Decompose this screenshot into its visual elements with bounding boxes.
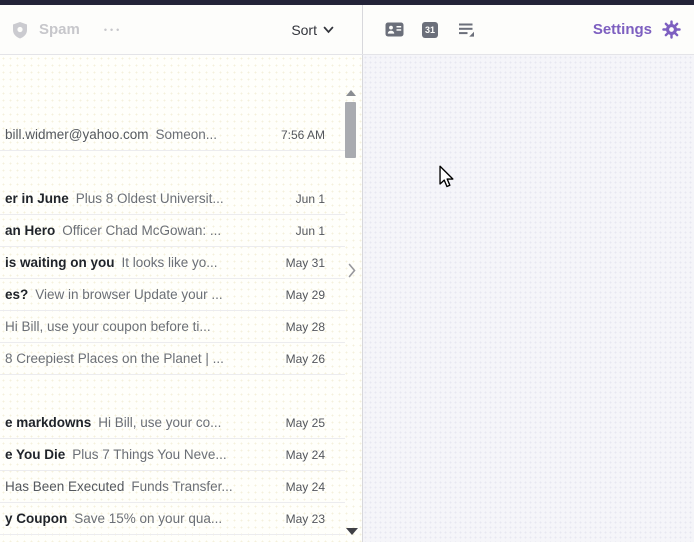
scroll-down-arrow-icon[interactable]	[346, 528, 358, 535]
toolbar: Spam ••• Sort 31 Settings	[0, 5, 694, 55]
email-subject: es?	[5, 287, 29, 302]
notepad-icon[interactable]	[455, 19, 477, 41]
email-group: er in June Plus 8 Oldest Universit... Ju…	[0, 183, 345, 375]
email-row-text: es? View in browser Update your ...	[5, 287, 274, 302]
list-scrollbar[interactable]	[345, 55, 358, 542]
email-date: May 28	[285, 319, 325, 334]
email-subject: bill.widmer@yahoo.com	[5, 127, 149, 142]
email-row[interactable]: e markdowns Hi Bill, use your co... May …	[0, 407, 345, 439]
email-row[interactable]: is waiting on you It looks like yo... Ma…	[0, 247, 345, 279]
mouse-cursor	[437, 165, 456, 194]
email-row[interactable]: er in June Plus 8 Oldest Universit... Ju…	[0, 183, 345, 215]
email-date: May 23	[285, 511, 325, 526]
email-row-text: 8 Creepiest Places on the Planet | ...	[5, 351, 274, 366]
email-subject: er in June	[5, 191, 69, 206]
email-date: May 26	[285, 351, 325, 366]
email-date: 7:56 AM	[280, 127, 325, 142]
email-snippet: View in browser Update your ...	[35, 287, 223, 302]
gear-icon	[660, 19, 682, 41]
email-subject: an Hero	[5, 223, 56, 238]
email-date: May 31	[285, 255, 325, 270]
reading-pane	[363, 55, 694, 542]
email-row[interactable]: bill.widmer@yahoo.com Someon... 7:56 AM	[0, 119, 345, 151]
settings-label: Settings	[592, 21, 652, 38]
email-row[interactable]: es? View in browser Update your ... May …	[0, 279, 345, 311]
email-row-text: e markdowns Hi Bill, use your co...	[5, 415, 274, 430]
email-group: e markdowns Hi Bill, use your co... May …	[0, 407, 345, 535]
email-row-text: Has Been Executed Funds Transfer...	[5, 479, 274, 494]
email-row-text: e You Die Plus 7 Things You Neve...	[5, 447, 274, 462]
email-subject: e You Die	[5, 447, 66, 462]
sort-label: Sort	[291, 21, 317, 38]
email-date: Jun 1	[295, 191, 325, 206]
email-list-panel: bill.widmer@yahoo.com Someon... 7:56 AM …	[0, 55, 363, 542]
list-toolbar: Spam ••• Sort	[0, 5, 363, 54]
email-snippet: 8 Creepiest Places on the Planet | ...	[5, 351, 224, 366]
email-snippet: Hi Bill, use your coupon before ti...	[5, 319, 211, 334]
email-subject: is waiting on you	[5, 255, 115, 270]
settings-button[interactable]: Settings	[593, 5, 682, 54]
email-date: May 24	[285, 479, 325, 494]
email-row[interactable]: Hi Bill, use your coupon before ti... Ma…	[0, 311, 345, 343]
email-snippet: Funds Transfer...	[131, 479, 233, 494]
email-subject: y Coupon	[5, 511, 68, 526]
contacts-icon[interactable]	[383, 19, 405, 41]
email-row[interactable]: Has Been Executed Funds Transfer... May …	[0, 471, 345, 503]
email-subject: Has Been Executed	[5, 479, 125, 494]
email-snippet: Plus 7 Things You Neve...	[72, 447, 227, 462]
email-row[interactable]: 8 Creepiest Places on the Planet | ... M…	[0, 343, 345, 375]
panel-expand-chevron-icon[interactable]	[346, 261, 358, 279]
email-date: Jun 1	[295, 223, 325, 238]
email-snippet: Officer Chad McGowan: ...	[62, 223, 222, 238]
email-row-text: bill.widmer@yahoo.com Someon...	[5, 127, 269, 142]
scroll-up-arrow-icon[interactable]	[346, 90, 356, 96]
email-row[interactable]: an Hero Officer Chad McGowan: ... Jun 1	[0, 215, 345, 247]
scrollbar-thumb[interactable]	[345, 102, 356, 158]
more-ellipsis-icon[interactable]: •••	[104, 25, 122, 35]
email-subject: e markdowns	[5, 415, 92, 430]
email-date: May 29	[285, 287, 325, 302]
email-row-text: an Hero Officer Chad McGowan: ...	[5, 223, 284, 238]
email-snippet: It looks like yo...	[121, 255, 218, 270]
email-list: bill.widmer@yahoo.com Someon... 7:56 AM …	[0, 55, 345, 535]
email-snippet: Hi Bill, use your co...	[98, 415, 222, 430]
email-row-text: er in June Plus 8 Oldest Universit...	[5, 191, 284, 206]
email-row[interactable]: y Coupon Save 15% on your qua... May 23	[0, 503, 345, 535]
right-toolbar: 31 Settings	[363, 5, 694, 54]
spam-shield-icon	[9, 19, 31, 41]
calendar-day-label: 31	[422, 21, 438, 38]
email-date: May 25	[285, 415, 325, 430]
sort-button[interactable]: Sort	[291, 5, 334, 54]
folder-header: Spam •••	[9, 19, 122, 41]
chevron-down-icon	[323, 25, 334, 35]
email-row[interactable]: e You Die Plus 7 Things You Neve... May …	[0, 439, 345, 471]
email-group: bill.widmer@yahoo.com Someon... 7:56 AM	[0, 119, 345, 151]
email-snippet: Someon...	[155, 127, 218, 142]
folder-title: Spam	[39, 21, 80, 38]
calendar-icon[interactable]: 31	[419, 19, 441, 41]
email-date: May 24	[285, 447, 325, 462]
email-snippet: Plus 8 Oldest Universit...	[75, 191, 224, 206]
email-snippet: Save 15% on your qua...	[74, 511, 223, 526]
email-row-text: y Coupon Save 15% on your qua...	[5, 511, 274, 526]
email-row-text: is waiting on you It looks like yo...	[5, 255, 274, 270]
email-row-text: Hi Bill, use your coupon before ti...	[5, 319, 274, 334]
